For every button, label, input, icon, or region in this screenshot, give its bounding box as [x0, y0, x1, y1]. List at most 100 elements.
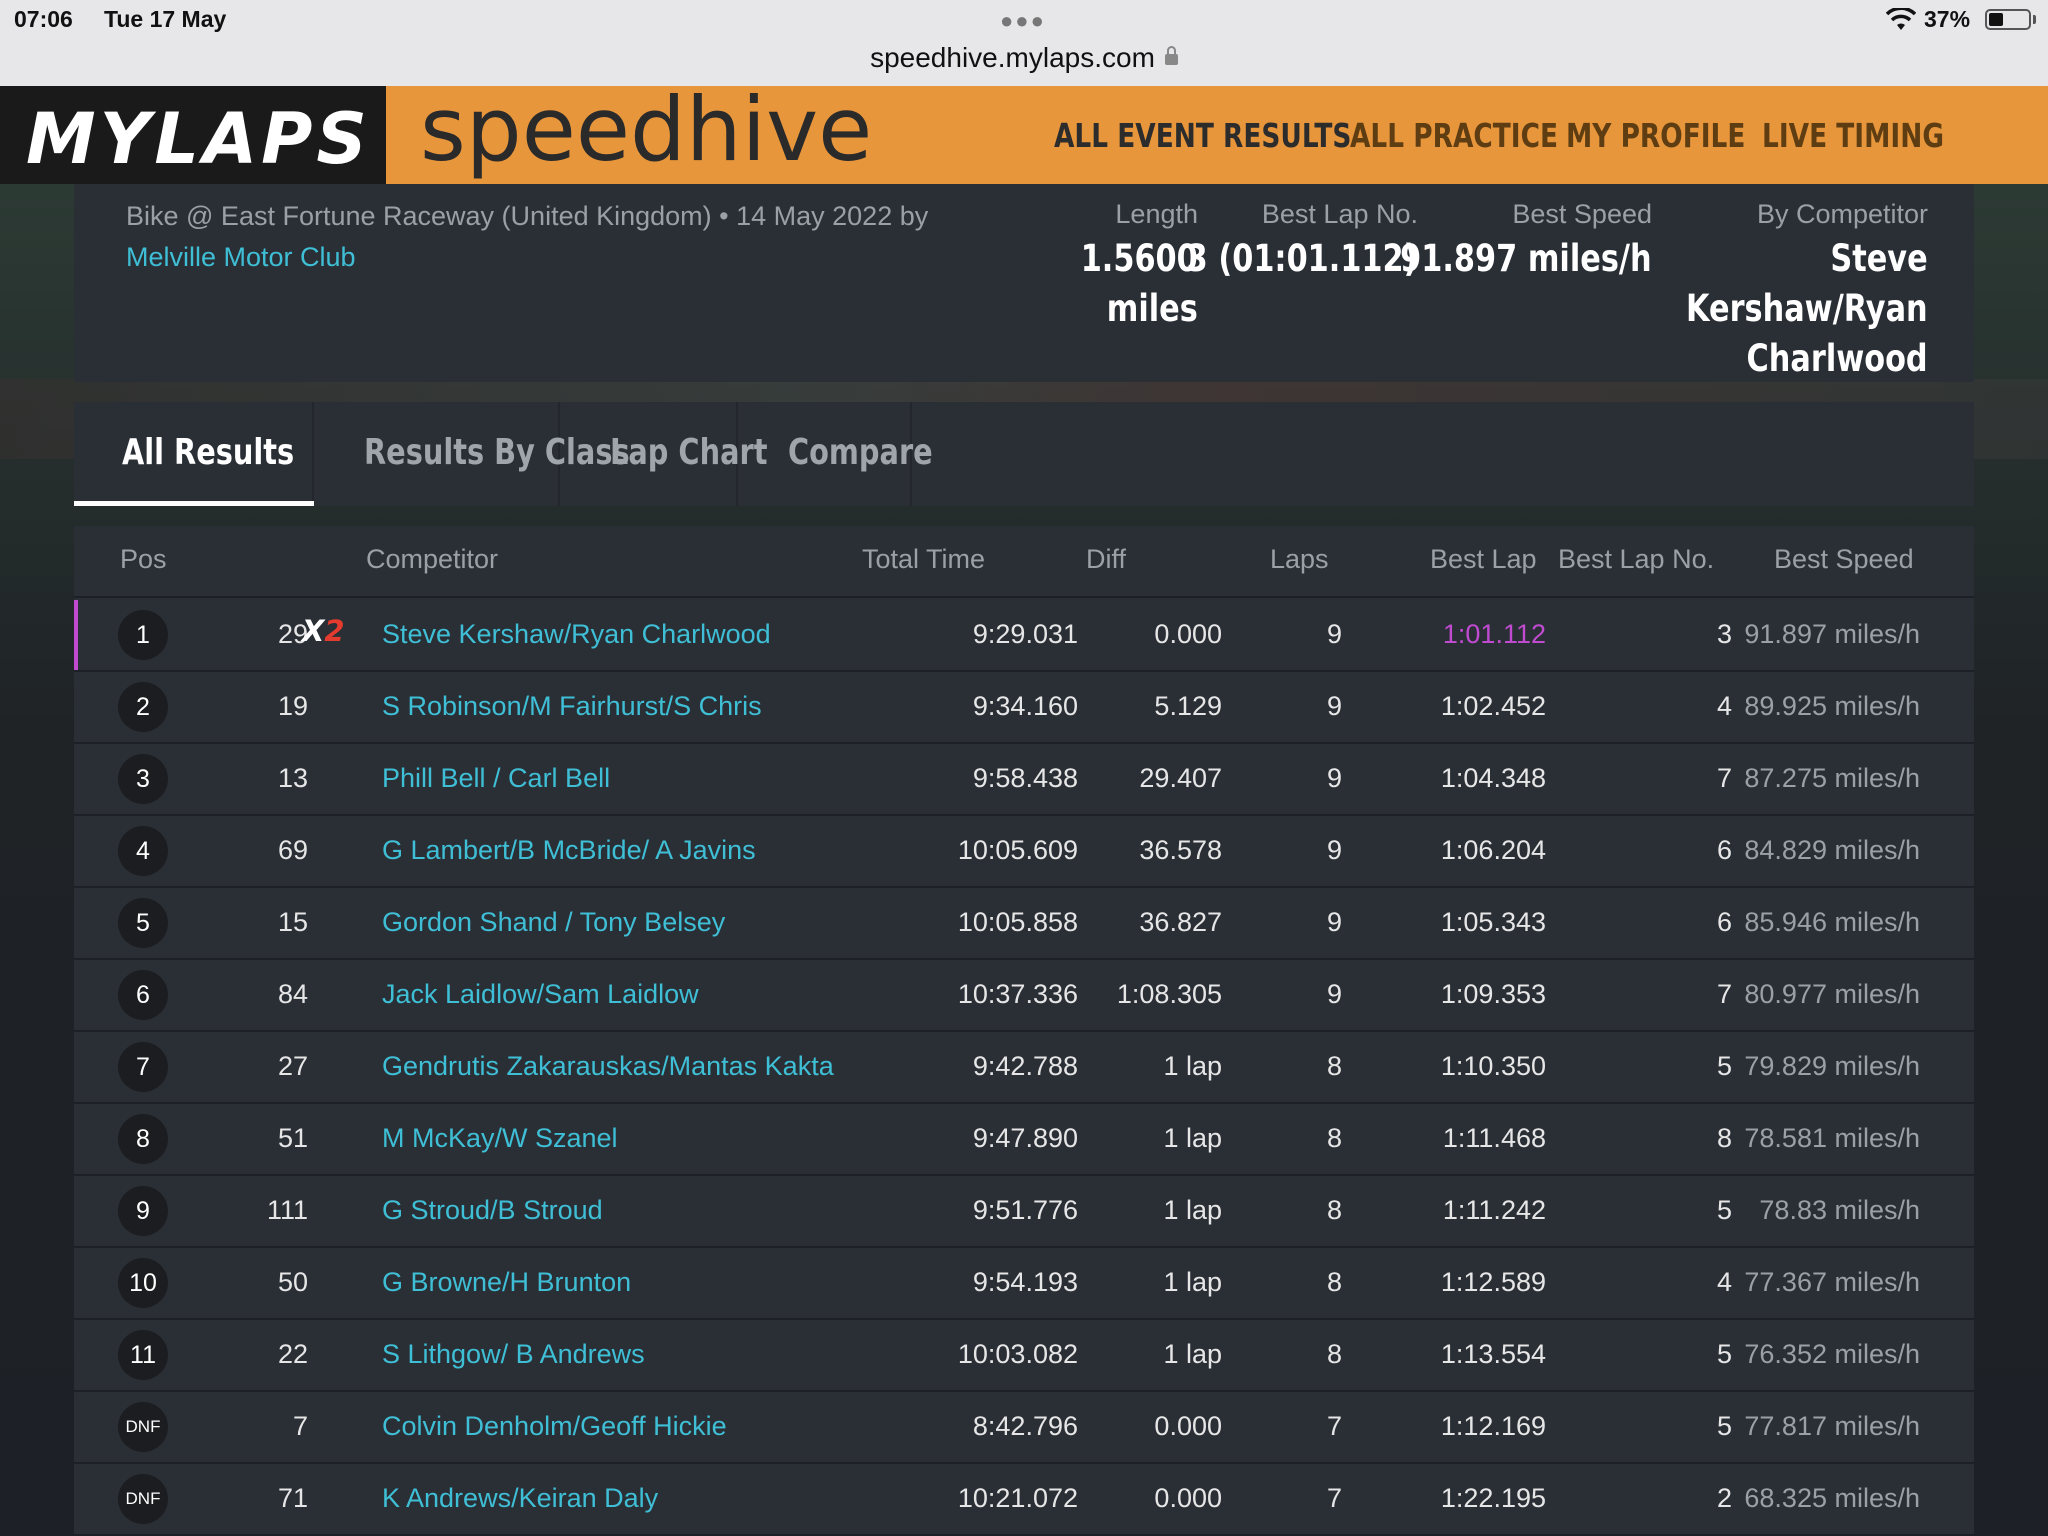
best-lap: 1:13.554 — [1440, 1339, 1546, 1369]
competitor-link[interactable]: Colvin Denholm/Geoff Hickie — [382, 1411, 727, 1442]
best-lap-no: 5 — [1716, 1339, 1732, 1369]
position-badge: 7 — [118, 1042, 168, 1092]
table-row[interactable]: DNF 71 K Andrews/Keiran Daly 10:21.072 0.000… — [74, 1464, 1974, 1536]
position-badge: 10 — [118, 1258, 168, 1308]
best-lap: 1:06.204 — [1440, 835, 1546, 865]
metric-value: Kershaw/Ryan — [1686, 287, 1928, 330]
competitor-link[interactable]: K Andrews/Keiran Daly — [382, 1483, 658, 1514]
table-row[interactable]: 5 15 Gordon Shand / Tony Belsey 10:05.858 36… — [74, 888, 1974, 960]
header-best-lap-no[interactable]: Best Lap No. — [1558, 544, 1714, 575]
header-total-time[interactable]: Total Time — [862, 544, 985, 575]
laps: 7 — [1326, 1483, 1342, 1513]
best-lap-no: 2 — [1716, 1483, 1732, 1513]
best-lap: 1:10.350 — [1440, 1051, 1546, 1081]
tab-results-by-class[interactable]: Results By Class — [316, 402, 630, 506]
race-number: 29 — [277, 619, 308, 649]
best-lap-no: 5 — [1716, 1195, 1732, 1225]
best-lap-no: 4 — [1716, 1267, 1732, 1297]
table-row[interactable]: 9 111 G Stroud/B Stroud 9:51.776 1 lap 8 1:11.… — [74, 1176, 1974, 1248]
competitor-link[interactable]: Jack Laidlow/Sam Laidlow — [382, 979, 699, 1010]
more-dots-icon[interactable]: ●●● — [1000, 8, 1046, 34]
best-speed: 80.977 miles/h — [1744, 979, 1920, 1009]
battery-icon — [1985, 9, 2031, 30]
address-bar[interactable]: speedhive.mylaps.com — [0, 42, 2048, 74]
badge-n: 2 — [324, 614, 345, 648]
header-pos[interactable]: Pos — [120, 544, 167, 575]
table-row[interactable]: 2 19 S Robinson/M Fairhurst/S Chris 9:34.16… — [74, 672, 1974, 744]
metric-value: Steve — [1830, 237, 1928, 280]
race-number: 69 — [277, 835, 308, 865]
club-link[interactable]: Melville Motor Club — [126, 242, 356, 272]
laps: 8 — [1326, 1267, 1342, 1297]
product-name[interactable]: speedhive — [420, 78, 872, 181]
best-lap-no: 4 — [1716, 691, 1732, 721]
total-time: 9:29.031 — [972, 619, 1078, 649]
table-row[interactable]: 11 22 S Lithgow/ B Andrews 10:03.082 1 lap 8 1… — [74, 1320, 1974, 1392]
best-speed: 78.83 miles/h — [1759, 1195, 1920, 1225]
tab-all-results[interactable]: All Results — [74, 402, 314, 506]
badge-x: X — [302, 614, 325, 648]
table-row[interactable]: 8 51 M McKay/W Szanel 9:47.890 1 lap 8 1:11.46… — [74, 1104, 1974, 1176]
race-number: 50 — [277, 1267, 308, 1297]
position-badge: 2 — [118, 682, 168, 732]
table-row[interactable]: 7 27 Gendrutis Zakarauskas/Mantas Kakta 9:4… — [74, 1032, 1974, 1104]
race-number: 7 — [292, 1411, 308, 1441]
nav-my-profile[interactable]: MY PROFILE — [1566, 116, 1745, 155]
diff: 0.000 — [1154, 1483, 1222, 1513]
header-competitor[interactable]: Competitor — [366, 544, 498, 575]
diff: 29.407 — [1139, 763, 1222, 793]
competitor-link[interactable]: G Stroud/B Stroud — [382, 1195, 603, 1226]
nav-live-timing[interactable]: LIVE TIMING — [1762, 116, 1944, 155]
header-best-lap[interactable]: Best Lap — [1430, 544, 1537, 575]
mylaps-logo[interactable]: MYLAPS — [0, 86, 386, 184]
best-lap: 1:12.589 — [1440, 1267, 1546, 1297]
position-badge: 8 — [118, 1114, 168, 1164]
best-speed: 77.817 miles/h — [1744, 1411, 1920, 1441]
best-lap-no: 8 — [1716, 1123, 1732, 1153]
position-badge: 11 — [118, 1330, 168, 1380]
best-lap-no: 7 — [1716, 763, 1732, 793]
total-time: 9:51.776 — [972, 1195, 1078, 1225]
competitor-link[interactable]: S Lithgow/ B Andrews — [382, 1339, 645, 1370]
competitor-link[interactable]: Gordon Shand / Tony Belsey — [382, 907, 725, 938]
header-best-speed[interactable]: Best Speed — [1774, 544, 1914, 575]
tab-lap-chart[interactable]: Lap Chart — [562, 402, 767, 506]
competitor-link[interactable]: Gendrutis Zakarauskas/Mantas Kakta — [382, 1051, 834, 1082]
metric-label: By Competitor — [1756, 199, 1928, 229]
table-row[interactable]: 1 29 X2 Steve Kershaw/Ryan Charlwood 9:29.03… — [74, 600, 1974, 672]
competitor-link[interactable]: S Robinson/M Fairhurst/S Chris — [382, 691, 762, 722]
competitor-link[interactable]: M McKay/W Szanel — [382, 1123, 618, 1154]
laps: 9 — [1326, 763, 1342, 793]
diff: 36.827 — [1139, 907, 1222, 937]
table-row[interactable]: 10 50 G Browne/H Brunton 9:54.193 1 lap 8 1:12… — [74, 1248, 1974, 1320]
table-row[interactable]: DNF 7 Colvin Denholm/Geoff Hickie 8:42.796 0… — [74, 1392, 1974, 1464]
lock-icon — [1164, 46, 1178, 65]
brand-name: MYLAPS — [26, 98, 371, 180]
best-speed: 85.946 miles/h — [1744, 907, 1920, 937]
diff: 0.000 — [1154, 619, 1222, 649]
laps: 8 — [1326, 1051, 1342, 1081]
competitor-link[interactable]: G Lambert/B McBride/ A Javins — [382, 835, 756, 866]
diff: 5.129 — [1154, 691, 1222, 721]
table-row[interactable]: 6 84 Jack Laidlow/Sam Laidlow 10:37.336 1:08… — [74, 960, 1974, 1032]
nav-all-practice[interactable]: ALL PRACTICE — [1350, 116, 1558, 155]
laps: 9 — [1326, 619, 1342, 649]
event-subtitle: Bike @ East Fortune Raceway (United King… — [126, 196, 1026, 278]
tab-compare[interactable]: Compare — [740, 402, 933, 506]
nav-all-event-results[interactable]: ALL EVENT RESULTS — [1054, 116, 1351, 155]
total-time: 9:47.890 — [972, 1123, 1078, 1153]
total-time: 9:42.788 — [972, 1051, 1078, 1081]
table-row[interactable]: 4 69 G Lambert/B McBride/ A Javins 10:05.60… — [74, 816, 1974, 888]
header-diff[interactable]: Diff — [1086, 544, 1126, 575]
competitor-link[interactable]: Phill Bell / Carl Bell — [382, 763, 610, 794]
competitor-link[interactable]: Steve Kershaw/Ryan Charlwood — [382, 619, 771, 650]
race-number: 71 — [277, 1483, 308, 1513]
diff: 1 lap — [1163, 1339, 1222, 1369]
active-tab-indicator — [74, 501, 314, 506]
header-laps[interactable]: Laps — [1270, 544, 1329, 575]
competitor-link[interactable]: G Browne/H Brunton — [382, 1267, 631, 1298]
position-badge: 5 — [118, 898, 168, 948]
table-row[interactable]: 3 13 Phill Bell / Carl Bell 9:58.438 29.407 9… — [74, 744, 1974, 816]
url-text: speedhive.mylaps.com — [870, 42, 1155, 73]
battery-percent: 37% — [1924, 6, 1971, 32]
